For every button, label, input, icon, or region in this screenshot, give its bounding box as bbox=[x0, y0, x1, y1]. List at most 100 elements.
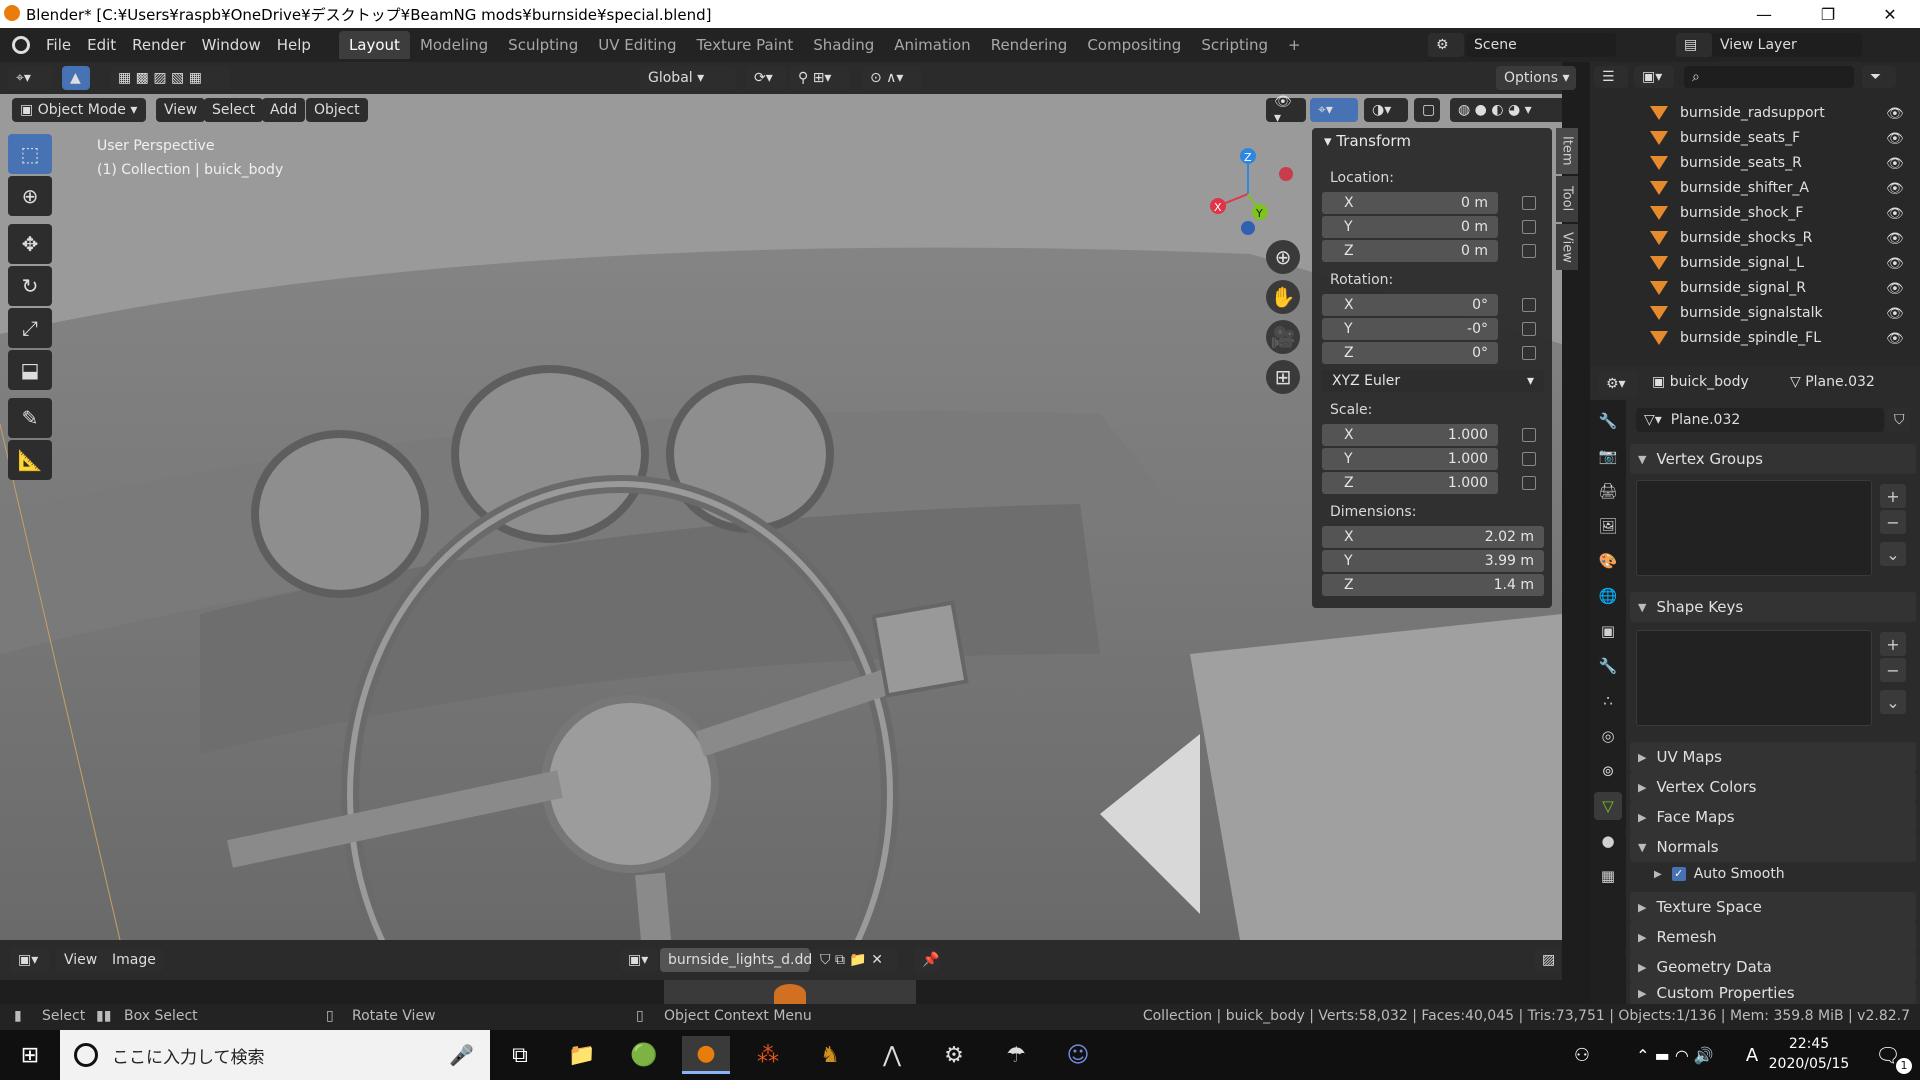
file-explorer-icon[interactable]: 📁 bbox=[558, 1036, 606, 1074]
outliner-item[interactable]: burnside_seats_F bbox=[1590, 125, 1920, 150]
transform-icon[interactable]: ⬓ bbox=[8, 350, 52, 390]
lock-icon[interactable] bbox=[1522, 476, 1536, 490]
lock-icon[interactable] bbox=[1522, 322, 1536, 336]
tab-tool[interactable]: Tool bbox=[1556, 176, 1578, 222]
camera-icon[interactable]: 🎥 bbox=[1266, 320, 1300, 354]
image-menu[interactable]: Image bbox=[104, 948, 164, 972]
view-layer-tab-icon[interactable]: 🖼 bbox=[1594, 512, 1622, 540]
menu-file[interactable]: File bbox=[38, 36, 79, 54]
shape-keys-list[interactable] bbox=[1636, 630, 1872, 726]
lock-icon[interactable] bbox=[1522, 244, 1536, 258]
pin-icon[interactable]: 📌 bbox=[914, 948, 940, 972]
tab-modeling[interactable]: Modeling bbox=[410, 31, 498, 59]
select-box-icon[interactable]: ⬚ bbox=[8, 134, 52, 174]
visibility-icon[interactable]: 👁▾ bbox=[1266, 94, 1306, 126]
lock-icon[interactable] bbox=[1522, 298, 1536, 312]
pan-hand-icon[interactable]: ✋ bbox=[1266, 280, 1300, 314]
properties-type-icon[interactable]: ⚙▾ bbox=[1598, 372, 1638, 396]
physics-tab-icon[interactable]: ◎ bbox=[1594, 722, 1622, 750]
section-normals[interactable]: ▼ Normals bbox=[1630, 832, 1916, 862]
output-tab-icon[interactable]: 🖨 bbox=[1594, 477, 1622, 505]
section-vertex-groups[interactable]: ▼ Vertex Groups bbox=[1630, 444, 1916, 474]
vertex-groups-list[interactable] bbox=[1636, 480, 1872, 576]
outliner-item[interactable]: burnside_seats_R bbox=[1590, 150, 1920, 175]
outliner-item[interactable]: burnside_shocks_R bbox=[1590, 225, 1920, 250]
tab-scripting[interactable]: Scripting bbox=[1191, 31, 1278, 59]
section-texture-space[interactable]: ▶ Texture Space bbox=[1630, 892, 1916, 922]
select-tool-icon[interactable]: ▲ bbox=[62, 66, 90, 90]
location-z-field[interactable]: Z 0 m bbox=[1322, 240, 1498, 262]
outliner-item[interactable]: burnside_radsupport bbox=[1590, 100, 1920, 125]
section-face-maps[interactable]: ▶ Face Maps bbox=[1630, 802, 1916, 832]
section-geometry-data[interactable]: ▶ Geometry Data bbox=[1630, 952, 1916, 982]
outliner-search-input[interactable]: ⌕ bbox=[1684, 66, 1854, 88]
lock-icon[interactable] bbox=[1522, 452, 1536, 466]
add-shape-key-button[interactable]: + bbox=[1880, 632, 1906, 656]
object-menu[interactable]: Object bbox=[306, 98, 368, 122]
shape-key-menu-button[interactable]: ⌄ bbox=[1880, 690, 1906, 714]
pivot-icon[interactable]: ⟳▾ bbox=[746, 66, 786, 90]
menu-render[interactable]: Render bbox=[124, 36, 193, 54]
lock-icon[interactable] bbox=[1522, 220, 1536, 234]
mode-dropdown[interactable]: ▣ Object Mode ▾ bbox=[12, 98, 146, 122]
rotation-mode-dropdown[interactable]: XYZ Euler ▾ bbox=[1322, 370, 1544, 392]
outliner-item[interactable]: burnside_spindle_FL bbox=[1590, 325, 1920, 350]
maximize-button[interactable]: ❐ bbox=[1800, 0, 1856, 28]
mesh-data-tab-icon[interactable]: ▽ bbox=[1594, 792, 1622, 820]
section-remesh[interactable]: ▶ Remesh bbox=[1630, 922, 1916, 952]
proportional-edit-icon[interactable]: ⊙ ∧▾ bbox=[862, 66, 922, 90]
image-editor-type-icon[interactable]: ▣▾ bbox=[10, 948, 50, 972]
discord-icon[interactable]: ☺ bbox=[1054, 1036, 1102, 1074]
image-actions-icons[interactable]: ⛉ ⧉ 📁 ✕ bbox=[812, 948, 898, 972]
add-vertex-group-button[interactable]: + bbox=[1880, 484, 1906, 508]
annotate-icon[interactable]: ✎ bbox=[8, 398, 52, 438]
add-menu[interactable]: Add bbox=[262, 98, 306, 122]
xray-icon[interactable]: ▢ bbox=[1414, 98, 1440, 122]
tab-shading[interactable]: Shading bbox=[803, 31, 884, 59]
visibility-eye-icons[interactable]: 👁 👁 👁 👁 👁 👁 👁 👁 👁 👁 bbox=[1886, 102, 1906, 352]
menu-window[interactable]: Window bbox=[194, 36, 269, 54]
outliner-item[interactable]: burnside_signal_R bbox=[1590, 275, 1920, 300]
scale-z-field[interactable]: Z 1.000 bbox=[1322, 472, 1498, 494]
tab-layout[interactable]: Layout bbox=[338, 31, 410, 59]
app-icon[interactable]: ⁂ bbox=[744, 1036, 792, 1074]
zoom-icon[interactable]: ⊕ bbox=[1266, 240, 1300, 274]
location-x-field[interactable]: X 0 m bbox=[1322, 192, 1498, 214]
tab-rendering[interactable]: Rendering bbox=[981, 31, 1078, 59]
measure-icon[interactable]: 📐 bbox=[8, 440, 52, 480]
system-tray-icons[interactable]: ⌃ ▬ ◠ 🔊 bbox=[1610, 1036, 1740, 1074]
add-workspace-button[interactable]: + bbox=[1278, 31, 1311, 59]
auto-smooth-row[interactable]: ▶ ✓ Auto Smooth bbox=[1654, 866, 1785, 882]
scene-field[interactable]: Scene bbox=[1466, 33, 1616, 57]
location-y-field[interactable]: Y 0 m bbox=[1322, 216, 1498, 238]
overlay-icon[interactable]: ◑▾ bbox=[1364, 98, 1408, 122]
app-icon[interactable]: ♞ bbox=[806, 1036, 854, 1074]
dimensions-z-field[interactable]: Z 1.4 m bbox=[1322, 574, 1544, 596]
rotation-x-field[interactable]: X 0° bbox=[1322, 294, 1498, 316]
tab-sculpting[interactable]: Sculpting bbox=[498, 31, 588, 59]
modifier-tab-icon[interactable]: 🔧 bbox=[1594, 652, 1622, 680]
tab-texture-paint[interactable]: Texture Paint bbox=[686, 31, 803, 59]
options-dropdown[interactable]: Options ▾ bbox=[1496, 66, 1576, 90]
outliner-item[interactable]: burnside_shock_F bbox=[1590, 200, 1920, 225]
particles-tab-icon[interactable]: ∴ bbox=[1594, 687, 1622, 715]
dimensions-x-field[interactable]: X 2.02 m bbox=[1322, 526, 1544, 548]
transform-header[interactable]: ▾ Transform bbox=[1324, 132, 1411, 150]
vertex-group-menu-button[interactable]: ⌄ bbox=[1880, 542, 1906, 566]
image-name-field[interactable]: burnside_lights_d.dds bbox=[660, 948, 820, 972]
chrome-icon[interactable]: 🟢 bbox=[620, 1036, 668, 1074]
navigation-gizmo[interactable]: Z X Y bbox=[1196, 144, 1306, 244]
microphone-icon[interactable]: 🎤 bbox=[449, 1043, 474, 1067]
blender-menu-icon[interactable] bbox=[12, 36, 30, 54]
select-menu[interactable]: Select bbox=[204, 98, 264, 122]
select-mode-buttons[interactable]: ▦ ▩ ▨ ▧ ▦ bbox=[110, 66, 230, 90]
tab-item[interactable]: Item bbox=[1556, 128, 1578, 174]
tab-compositing[interactable]: Compositing bbox=[1077, 31, 1191, 59]
scale-y-field[interactable]: Y 1.000 bbox=[1322, 448, 1498, 470]
remove-shape-key-button[interactable]: − bbox=[1880, 658, 1906, 682]
rotation-z-field[interactable]: Z 0° bbox=[1322, 342, 1498, 364]
shading-buttons[interactable]: ◍ ● ◐ ◕ ▾ bbox=[1450, 98, 1562, 122]
outliner-item[interactable]: burnside_signal_L bbox=[1590, 250, 1920, 275]
section-custom-properties[interactable]: ▶ Custom Properties bbox=[1630, 982, 1916, 1004]
snap-icon[interactable]: ⚲ ⊞▾ bbox=[790, 66, 850, 90]
